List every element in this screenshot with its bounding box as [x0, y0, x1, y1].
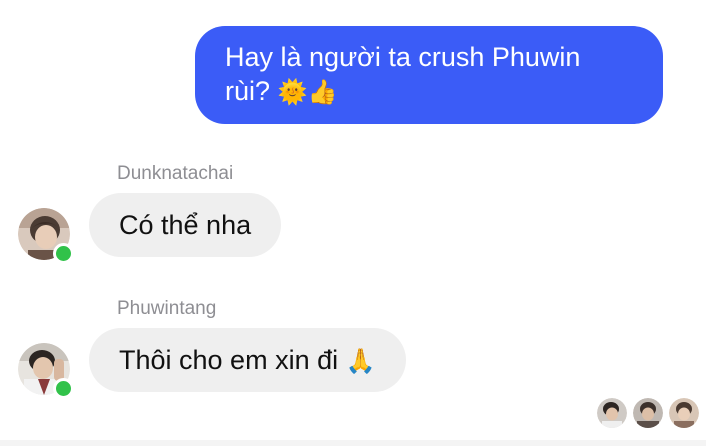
- outgoing-message-line-1: Hay là người ta crush Phuwin: [225, 40, 637, 74]
- outgoing-message-bubble[interactable]: Hay là người ta crush Phuwin rùi? 🌞👍: [195, 26, 663, 124]
- avatar[interactable]: [18, 208, 74, 264]
- online-status-dot-icon: [53, 378, 74, 399]
- incoming-message-bubble[interactable]: Thôi cho em xin đi 🙏: [89, 328, 406, 392]
- praying-hands-emoji-icon: 🙏: [345, 347, 376, 375]
- seen-avatar-2-icon: [633, 398, 663, 428]
- online-status-dot-icon: [53, 243, 74, 264]
- composer-edge: [0, 440, 706, 446]
- sender-name: Phuwintang: [117, 298, 217, 319]
- avatar[interactable]: [18, 343, 74, 399]
- outgoing-message-text-2: rùi?: [225, 76, 271, 106]
- incoming-message-bubble[interactable]: Có thể nha: [89, 193, 282, 257]
- seen-receipt-avatar[interactable]: [669, 398, 699, 428]
- seen-receipt-avatar[interactable]: [633, 398, 663, 428]
- outgoing-message-text-1: Hay là người ta crush Phuwin: [225, 42, 581, 72]
- seen-avatar-1-icon: [597, 398, 627, 428]
- seen-avatar-3-icon: [669, 398, 699, 428]
- incoming-message-text: Có thể nha: [119, 210, 252, 240]
- sender-name: Dunknatachai: [117, 163, 234, 184]
- incoming-message-text: Thôi cho em xin đi: [119, 345, 339, 375]
- thumbs-up-emoji-icon: 👍: [307, 78, 338, 106]
- outgoing-message-line-2: rùi? 🌞👍: [225, 74, 637, 109]
- chat-thread: Hay là người ta crush Phuwin rùi? 🌞👍 Dun…: [0, 0, 706, 446]
- sun-emoji-icon: 🌞: [277, 78, 308, 106]
- seen-receipt-avatar[interactable]: [597, 398, 627, 428]
